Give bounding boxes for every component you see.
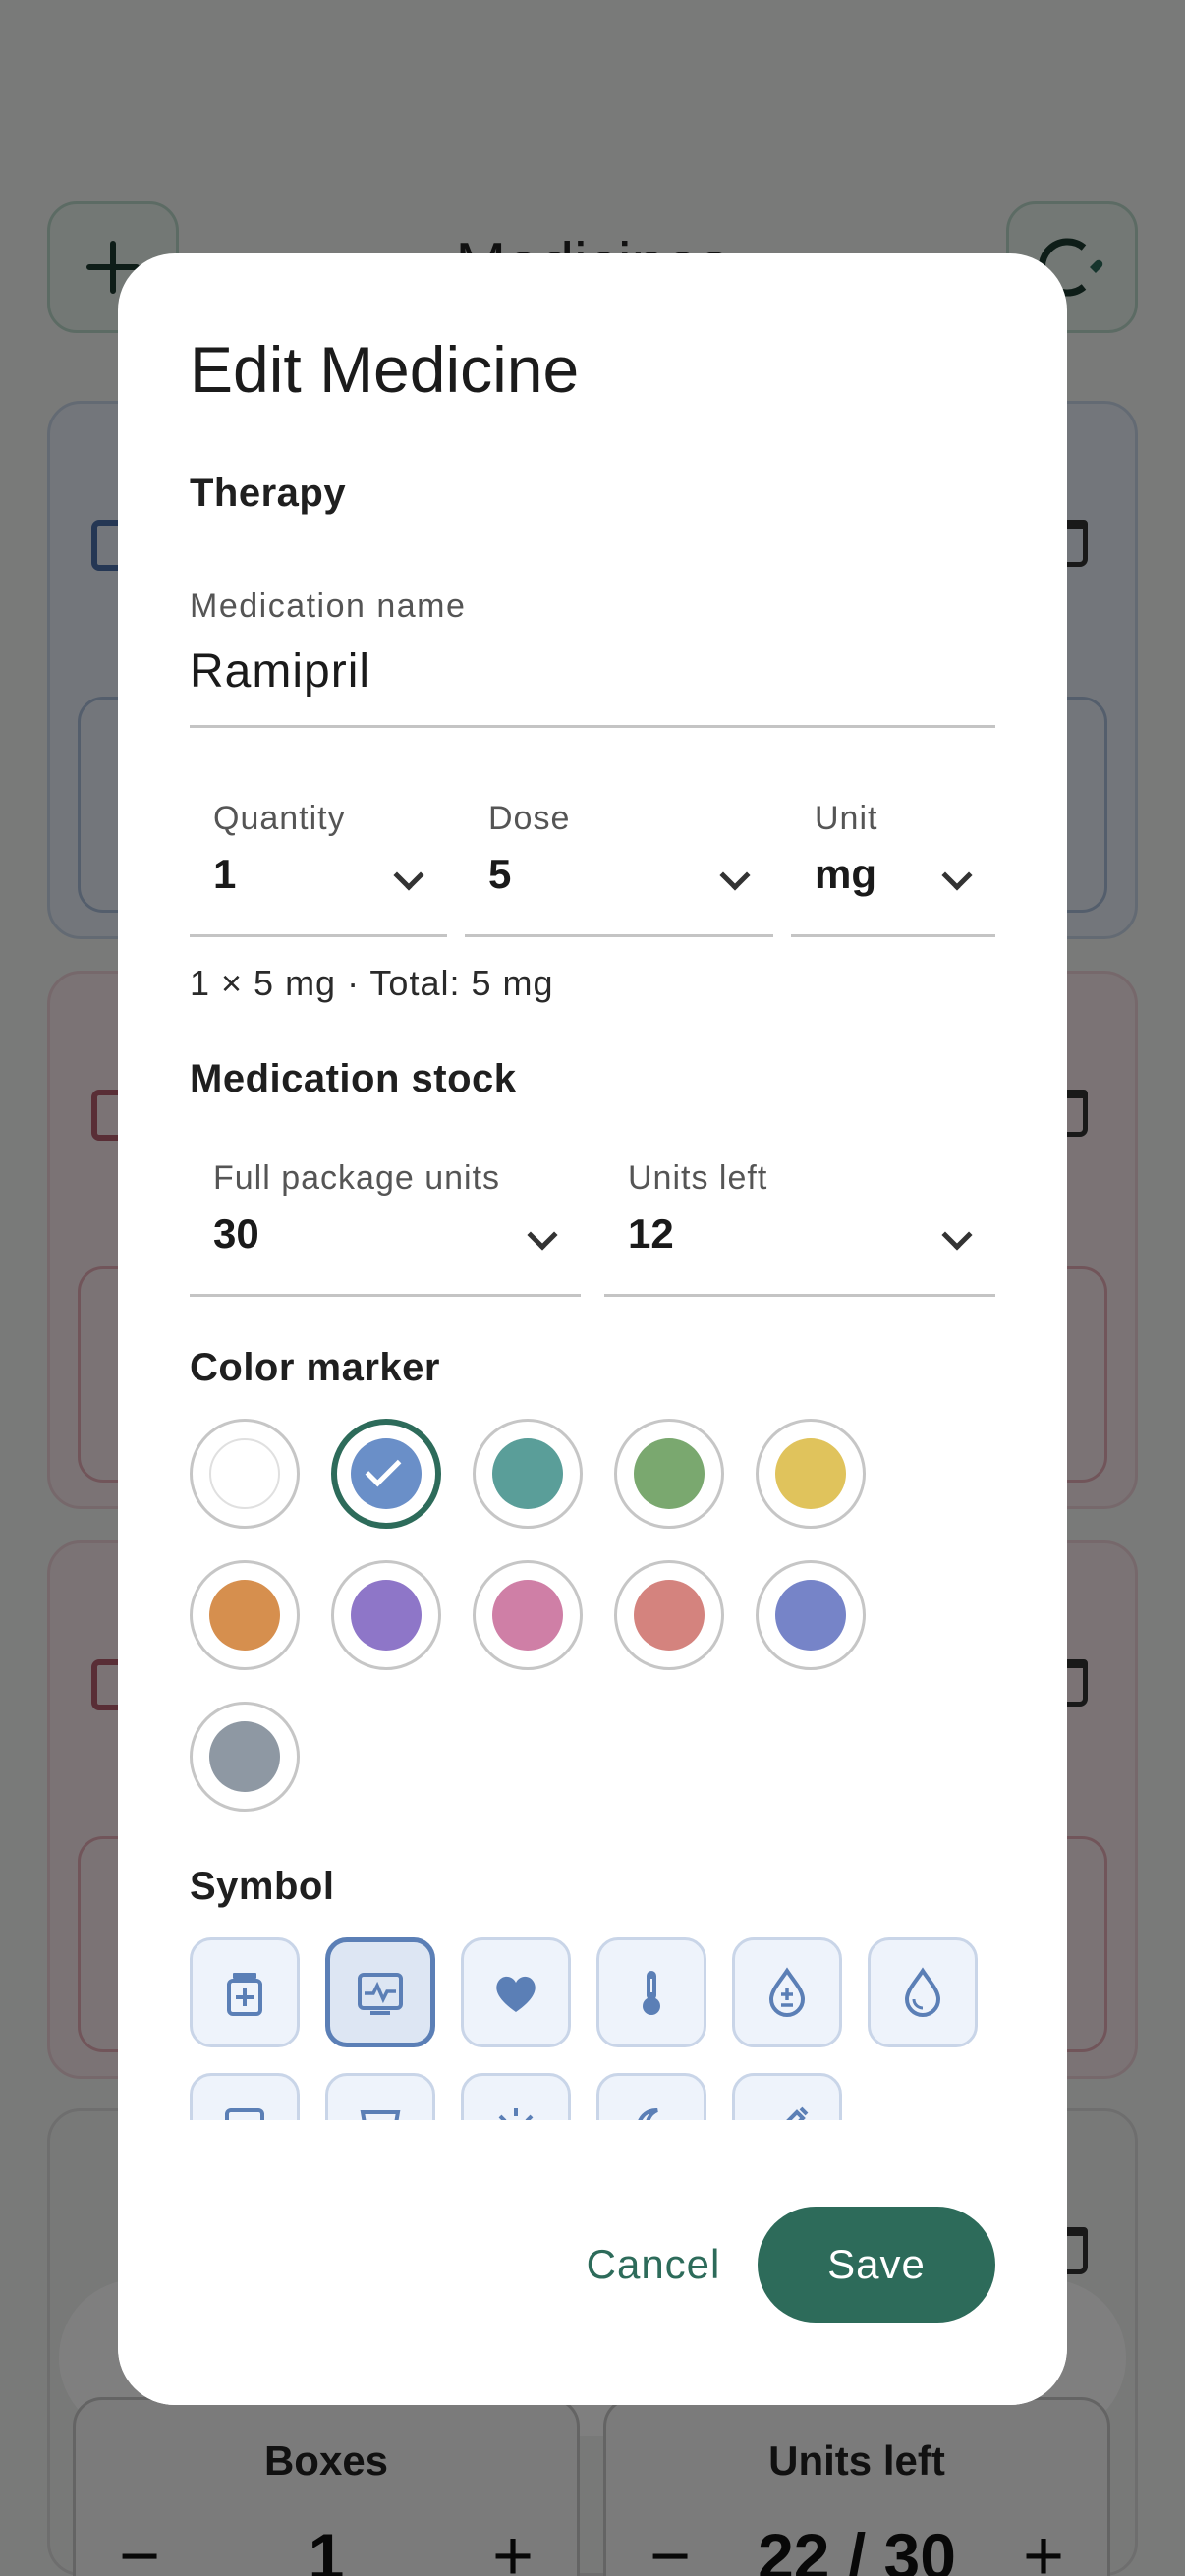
symbol-option[interactable] [732,1937,842,2047]
color-swatch-orange[interactable] [190,1560,300,1670]
full-package-units-label: Full package units [213,1159,501,1197]
units-left-select[interactable]: Units left 12 [604,1159,995,1297]
unit-value: mg [815,851,876,897]
dose-value: 5 [488,851,512,897]
color-dot [634,1438,705,1509]
symbol-option[interactable] [868,1937,978,2047]
chevron-down-icon [941,860,973,891]
symbol-option[interactable] [325,1937,435,2047]
color-dot [492,1438,563,1509]
medication-name-label: Medication name [190,588,467,625]
medication-name-underline [190,725,995,728]
color-dot [775,1438,846,1509]
monitor-pulse-icon [358,1973,403,2015]
drop-icon [904,1967,941,2017]
chevron-down-icon [393,860,424,891]
checkmark-icon [365,1450,402,1487]
color-swatch-yellow[interactable] [756,1419,866,1529]
quantity-label: Quantity [213,800,346,837]
stock-section-label: Medication stock [190,1057,517,1100]
color-swatch-salmon[interactable] [614,1560,724,1670]
color-swatch-gray[interactable] [190,1702,300,1812]
color-dot [775,1580,846,1651]
color-swatch-purple[interactable] [331,1560,441,1670]
full-package-units-select[interactable]: Full package units 30 [190,1159,581,1297]
unit-label: Unit [815,800,878,837]
pill-bottle-icon [227,1973,262,2016]
cancel-button[interactable]: Cancel [550,2207,757,2323]
color-marker-section-label: Color marker [190,1346,440,1389]
thermometer-icon [643,1971,660,2015]
quantity-select[interactable]: Quantity 1 [190,800,447,937]
chevron-down-icon [941,1219,973,1251]
therapy-section-label: Therapy [190,472,347,515]
dose-summary: 1 × 5 mg · Total: 5 mg [190,963,554,1003]
full-package-units-value: 30 [213,1210,259,1257]
unit-select[interactable]: Unit mg [791,800,995,937]
color-swatch-green[interactable] [614,1419,724,1529]
dose-label: Dose [488,800,571,837]
color-swatch-blue[interactable] [331,1419,441,1529]
color-swatch-teal[interactable] [473,1419,583,1529]
dose-select[interactable]: Dose 5 [465,800,773,937]
symbol-section-label: Symbol [190,1865,335,1908]
color-dot [209,1438,280,1509]
medication-name-input[interactable]: Ramipril [190,644,370,699]
color-dot [634,1580,705,1651]
color-dot [209,1721,280,1792]
heart-icon [496,1976,536,2012]
save-button[interactable]: Save [758,2207,995,2323]
drop-plus-minus-icon [768,1967,806,2017]
quantity-value: 1 [213,851,237,897]
units-left-value: 12 [628,1210,674,1257]
chevron-down-icon [719,860,751,891]
color-swatch-indigo[interactable] [756,1560,866,1670]
symbol-option[interactable] [596,1937,706,2047]
symbol-option[interactable] [190,1937,300,2047]
symbol-option[interactable] [461,1937,571,2047]
color-dot [351,1580,422,1651]
units-left-label: Units left [628,1159,768,1197]
color-swatch-white[interactable] [190,1419,300,1529]
color-dot [351,1438,422,1509]
edit-medicine-dialog: Edit Medicine Therapy Medication name Ra… [118,253,1067,2405]
chevron-down-icon [527,1219,558,1251]
dialog-title: Edit Medicine [190,333,580,406]
color-dot [209,1580,280,1651]
color-dot [492,1580,563,1651]
color-swatch-pink[interactable] [473,1560,583,1670]
